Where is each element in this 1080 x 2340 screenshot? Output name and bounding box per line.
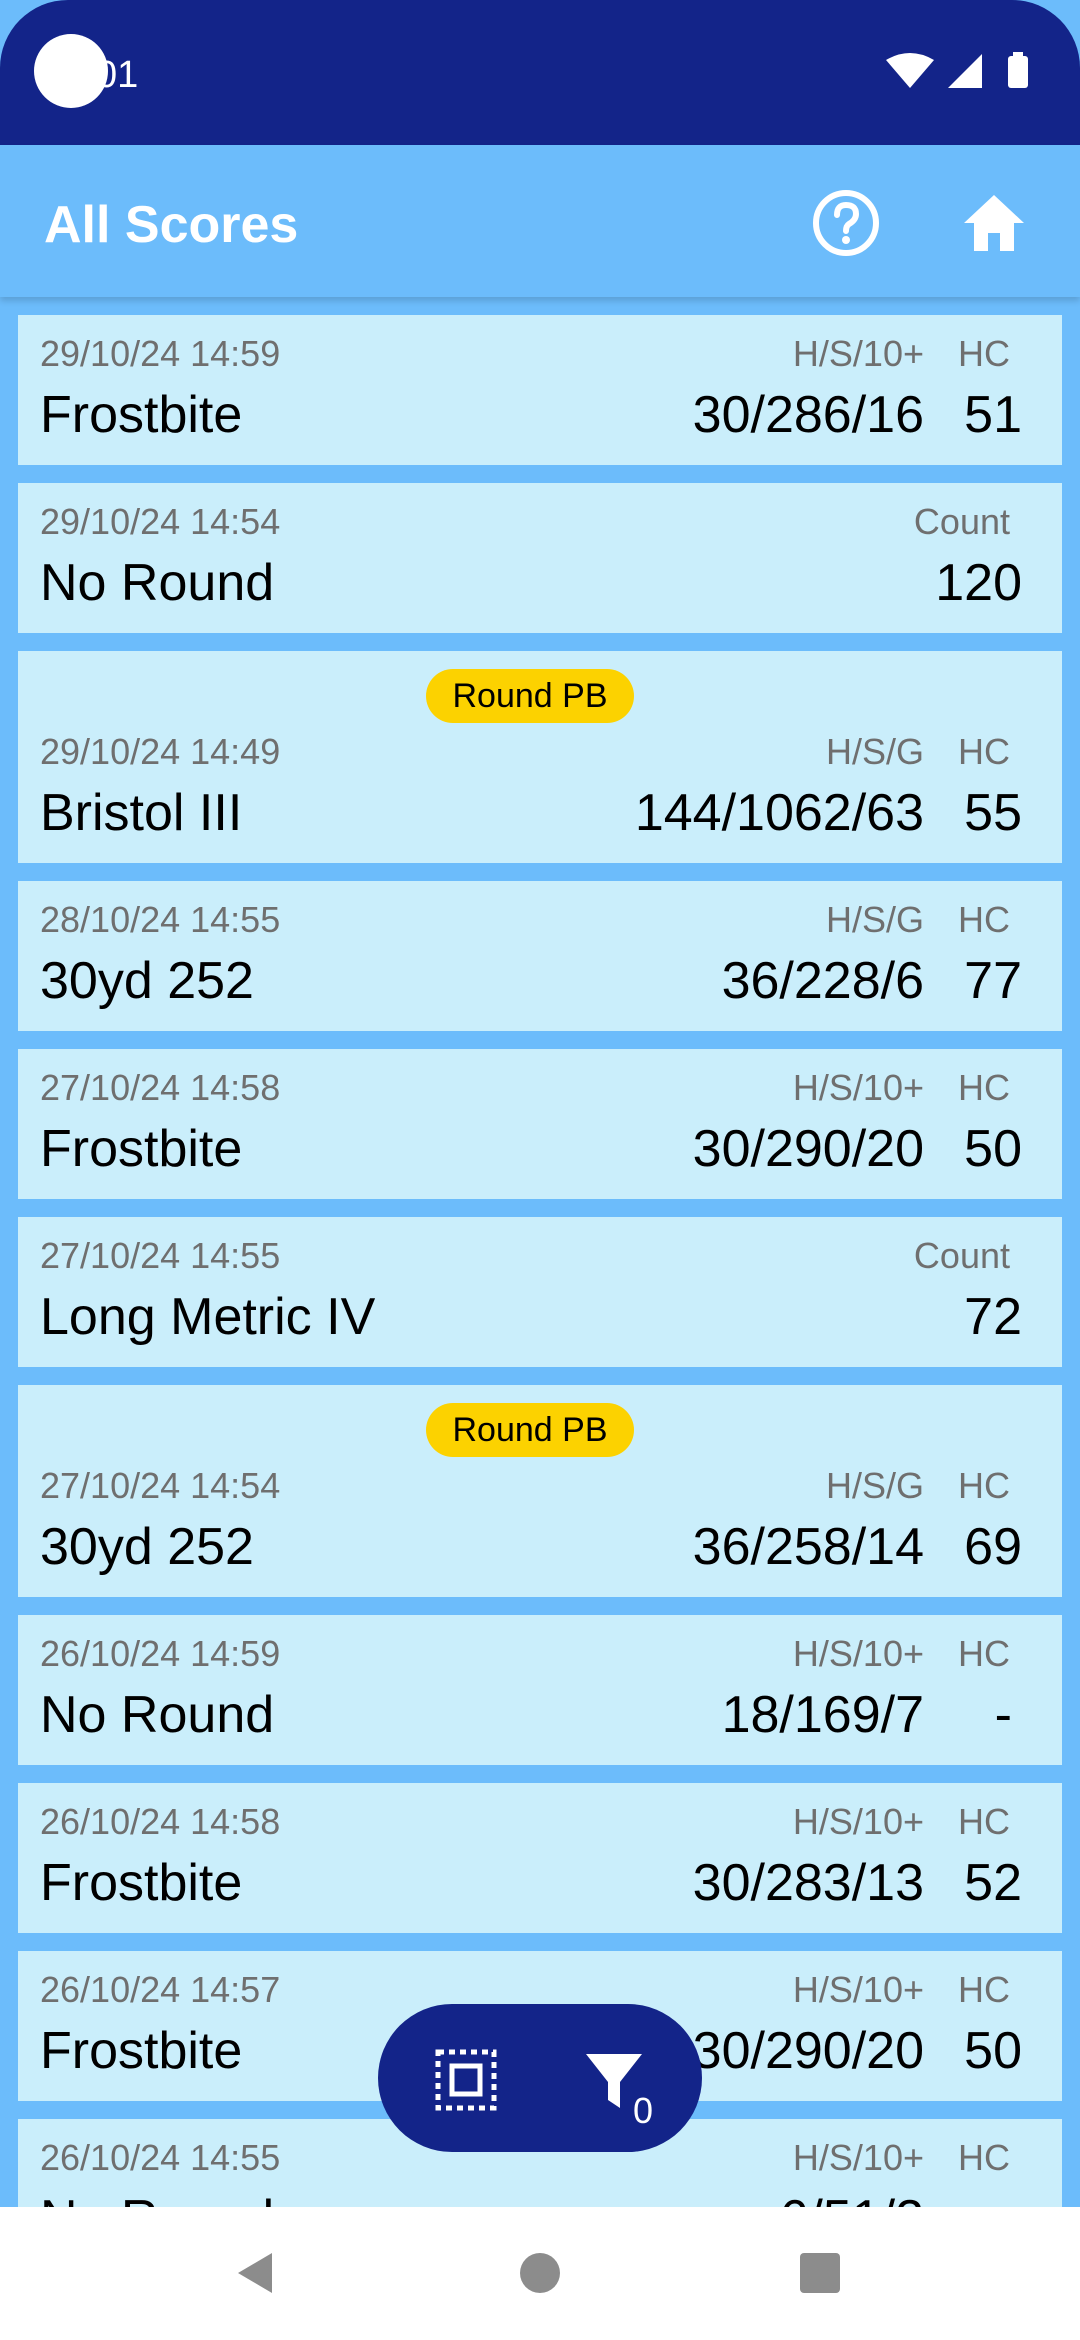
metric-label: H/S/10+ (792, 1969, 924, 2010)
back-button[interactable] (224, 2241, 288, 2305)
handicap-label: HC (958, 731, 1010, 772)
status-bar: 01 (0, 0, 1080, 145)
recents-square-icon (800, 2253, 840, 2293)
round-name: Frostbite (40, 386, 243, 444)
round-name: Frostbite (40, 2022, 243, 2080)
handicap-label: HC (958, 1067, 1010, 1108)
metric-label: Count (913, 1235, 1010, 1276)
signal-icon (948, 54, 982, 88)
help-button[interactable] (806, 183, 886, 263)
handicap-value: - (994, 1686, 1012, 1744)
metric-label: H/S/10+ (792, 1801, 924, 1842)
score-date: 26/10/24 14:59 (40, 1633, 281, 1674)
metric-label: H/S/G (825, 1465, 924, 1506)
metric-label: H/S/10+ (792, 2137, 924, 2178)
score-value: 30/290/20 (692, 2022, 924, 2080)
round-name: No Round (40, 554, 275, 612)
score-date: 29/10/24 14:59 (40, 333, 281, 374)
score-value: 30/290/20 (692, 1120, 924, 1178)
home-circle-icon (520, 2253, 560, 2293)
score-card[interactable]: 27/10/24 14:55 Count Long Metric IV 72 (18, 1217, 1062, 1367)
nav-home-button[interactable] (508, 2241, 572, 2305)
round-name: Bristol III (40, 784, 243, 842)
floating-action-bar: 0 (378, 2004, 702, 2152)
handicap-label: HC (958, 2137, 1010, 2178)
handicap-label: HC (958, 1633, 1010, 1674)
score-date: 28/10/24 14:55 (40, 899, 281, 940)
score-value: 30/283/13 (692, 1854, 924, 1912)
select-button[interactable] (426, 2040, 506, 2120)
handicap-value: 77 (964, 952, 1022, 1010)
filter-count: 0 (633, 2090, 654, 2131)
score-card[interactable]: Round PB 27/10/24 14:54 H/S/G HC 30yd 25… (18, 1385, 1062, 1597)
home-icon (964, 195, 1024, 251)
back-triangle-icon (238, 2253, 272, 2293)
help-circle-icon (813, 190, 879, 256)
handicap-value: 50 (964, 2022, 1022, 2080)
score-card[interactable]: 26/10/24 14:58 H/S/10+ HC Frostbite 30/2… (18, 1783, 1062, 1933)
select-all-icon (435, 2049, 497, 2111)
score-date: 29/10/24 14:54 (40, 501, 281, 542)
handicap-label: HC (958, 899, 1010, 940)
handicap-label: HC (958, 1801, 1010, 1842)
round-pb-badge: Round PB (426, 669, 634, 723)
battery-icon (1008, 56, 1028, 88)
round-name: 30yd 252 (40, 1518, 254, 1576)
metric-label: H/S/10+ (792, 1633, 924, 1674)
score-card[interactable]: 26/10/24 14:59 H/S/10+ HC No Round 18/16… (18, 1615, 1062, 1765)
metric-label: H/S/10+ (792, 1067, 924, 1108)
round-name: Frostbite (40, 1854, 243, 1912)
metric-label: H/S/G (825, 899, 924, 940)
scores-list[interactable]: 29/10/24 14:59 H/S/10+ HC Frostbite 30/2… (0, 297, 1080, 2207)
score-card[interactable]: 27/10/24 14:58 H/S/10+ HC Frostbite 30/2… (18, 1049, 1062, 1199)
score-date: 27/10/24 14:55 (40, 1235, 281, 1276)
score-date: 26/10/24 14:55 (40, 2137, 281, 2178)
round-name: No Round (40, 2189, 274, 2207)
round-name: Long Metric IV (40, 1288, 376, 1346)
score-date: 26/10/24 14:58 (40, 1801, 281, 1842)
handicap-label: HC (958, 1969, 1010, 2010)
wifi-icon (886, 53, 934, 88)
count-value: 120 (935, 554, 1022, 612)
score-value: 30/286/16 (692, 386, 924, 444)
score-date: 27/10/24 14:54 (40, 1465, 281, 1506)
round-name: No Round (40, 1686, 275, 1744)
score-value: 36/258/14 (692, 1518, 924, 1576)
home-button[interactable] (954, 183, 1034, 263)
score-date: 29/10/24 14:49 (40, 731, 281, 772)
metric-label: Count (913, 501, 1010, 542)
handicap-label: HC (958, 1465, 1010, 1506)
handicap-value: 55 (964, 784, 1022, 842)
status-time: 01 (96, 54, 139, 96)
count-value: 72 (964, 1288, 1022, 1346)
handicap-value: 52 (964, 1854, 1022, 1912)
handicap-value: 50 (964, 1120, 1022, 1178)
score-date: 26/10/24 14:57 (40, 1969, 281, 2010)
score-value: 6/51/2 (779, 2189, 924, 2207)
recents-button[interactable] (788, 2241, 852, 2305)
round-name: 30yd 252 (40, 952, 254, 1010)
round-pb-badge: Round PB (426, 1403, 634, 1457)
handicap-value: 51 (964, 386, 1022, 444)
handicap-value: 69 (964, 1518, 1022, 1576)
system-nav-bar (0, 2207, 1080, 2340)
score-date: 27/10/24 14:58 (40, 1067, 281, 1108)
round-name: Frostbite (40, 1120, 243, 1178)
score-card[interactable]: 28/10/24 14:55 H/S/G HC 30yd 252 36/228/… (18, 881, 1062, 1031)
score-value: 18/169/7 (721, 1686, 924, 1744)
app-bar: All Scores (0, 145, 1080, 297)
metric-label: H/S/10+ (792, 333, 924, 374)
score-value: 36/228/6 (721, 952, 924, 1010)
score-card[interactable]: Round PB 29/10/24 14:49 H/S/G HC Bristol… (18, 651, 1062, 863)
score-value: 144/1062/63 (634, 784, 924, 842)
score-card[interactable]: 29/10/24 14:54 Count No Round 120 (18, 483, 1062, 633)
metric-label: H/S/G (825, 731, 924, 772)
status-icons (880, 50, 1050, 100)
handicap-label: HC (958, 333, 1010, 374)
page-title: All Scores (44, 196, 299, 254)
score-card[interactable]: 29/10/24 14:59 H/S/10+ HC Frostbite 30/2… (18, 315, 1062, 465)
handicap-value: - (995, 2189, 1012, 2207)
